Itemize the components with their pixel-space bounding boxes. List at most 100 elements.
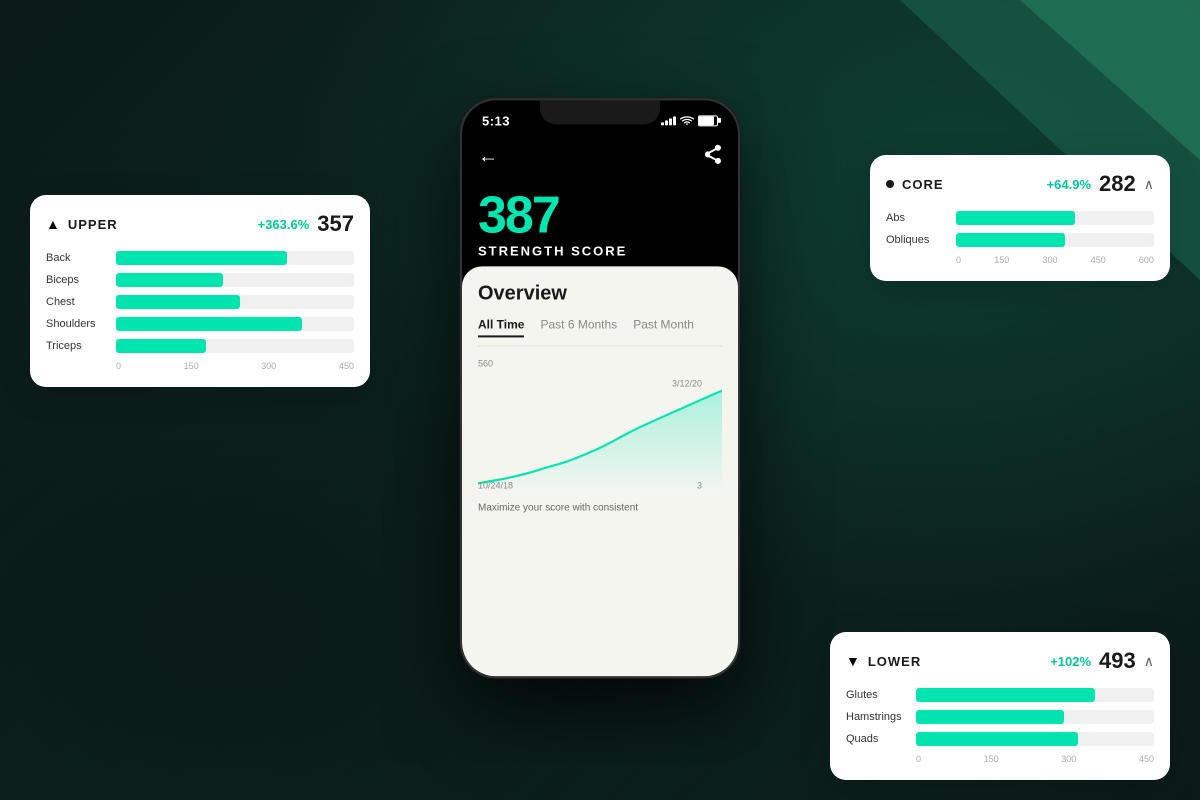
lower-bar-glutes-track [916,688,1154,702]
status-time: 5:13 [482,113,510,128]
upper-bar-shoulders-track [116,317,354,331]
lower-card-title: LOWER [868,654,921,669]
upper-axis-labels: 0 150 300 450 [46,361,354,371]
upper-bar-biceps-fill [116,273,223,287]
upper-body-card: ▲ UPPER +363.6% 357 Back Biceps Chest Sh… [30,195,370,387]
core-card-score: 282 [1099,171,1136,197]
upper-bar-back-fill [116,251,287,265]
phone-nav-header: ← [462,136,738,177]
teal-triangle-small-decoration [1020,0,1200,160]
lower-bar-glutes-label: Glutes [846,689,906,701]
core-card-change: +64.9% [1047,177,1091,192]
signal-icon [661,115,676,125]
tab-past-6-months[interactable]: Past 6 Months [540,317,617,337]
upper-axis-450: 450 [339,361,354,371]
core-card-header: CORE +64.9% 282 ∧ [886,171,1154,197]
core-bar-obliques-label: Obliques [886,234,946,246]
chart-area: 560 3/12/20 10/24/18 3 [478,358,722,498]
lower-card-stats: +102% 493 ∧ [1050,648,1154,674]
core-bar-abs-label: Abs [886,212,946,224]
core-axis-300: 300 [1042,255,1057,265]
lower-bar-glutes: Glutes [846,688,1154,702]
strength-chart [478,374,722,494]
upper-bar-shoulders-label: Shoulders [46,318,106,330]
lower-axis-450: 450 [1139,754,1154,764]
lower-bar-hamstrings: Hamstrings [846,710,1154,724]
battery-fill [699,116,714,125]
upper-card-change: +363.6% [258,217,310,232]
tab-all-time[interactable]: All Time [478,317,524,337]
time-tabs: All Time Past 6 Months Past Month [478,317,722,346]
upper-card-title: UPPER [68,217,118,232]
lower-card-header: ▼ LOWER +102% 493 ∧ [846,648,1154,674]
core-card-stats: +64.9% 282 ∧ [1047,171,1154,197]
core-card-title: CORE [902,177,944,192]
upper-bar-biceps-track [116,273,354,287]
upper-bar-shoulders-fill [116,317,302,331]
lower-bar-hamstrings-label: Hamstrings [846,711,906,723]
upper-bar-chest: Chest [46,295,354,309]
lower-chevron-icon[interactable]: ∧ [1144,653,1154,670]
lower-axis-150: 150 [984,754,999,764]
core-chevron-icon[interactable]: ∧ [1144,176,1154,193]
upper-card-stats: +363.6% 357 [258,211,354,237]
strength-score-label: STRENGTH SCORE [478,243,722,258]
upper-icon: ▲ [46,216,60,232]
lower-body-card: ▼ LOWER +102% 493 ∧ Glutes Hamstrings Qu… [830,632,1170,780]
upper-axis-0: 0 [116,361,121,371]
lower-bar-quads-fill [916,732,1078,746]
upper-bar-back: Back [46,251,354,265]
lower-bar-glutes-fill [916,688,1095,702]
status-icons [661,115,718,126]
upper-bar-triceps-track [116,339,354,353]
core-axis-450: 450 [1091,255,1106,265]
core-bar-obliques-fill [956,233,1065,247]
lower-card-title-group: ▼ LOWER [846,653,921,669]
lower-bar-hamstrings-fill [916,710,1064,724]
lower-bar-hamstrings-track [916,710,1154,724]
lower-bar-quads-track [916,732,1154,746]
strength-score-value: 387 [478,189,722,241]
lower-card-score: 493 [1099,648,1136,674]
core-axis-labels: 0 150 300 450 600 [886,255,1154,265]
overview-bottom-text: Maximize your score with consistent [478,498,722,513]
back-button[interactable]: ← [478,145,498,168]
lower-icon: ▼ [846,653,860,669]
lower-bar-quads: Quads [846,732,1154,746]
core-axis-0: 0 [956,255,961,265]
lower-axis-300: 300 [1061,754,1076,764]
overview-section: Overview All Time Past 6 Months Past Mon… [462,266,738,676]
phone-shell: 5:13 [460,98,740,678]
lower-bar-quads-label: Quads [846,733,906,745]
chart-date-end: 3 [697,480,702,490]
signal-bar-1 [661,122,664,125]
core-bar-abs-fill [956,211,1075,225]
upper-bar-triceps: Triceps [46,339,354,353]
tab-past-month[interactable]: Past Month [633,317,694,337]
share-button[interactable] [704,144,722,169]
core-axis-150: 150 [994,255,1009,265]
upper-bar-triceps-fill [116,339,206,353]
upper-card-title-group: ▲ UPPER [46,216,118,232]
upper-card-score: 357 [317,211,354,237]
core-bar-obliques: Obliques [886,233,1154,247]
core-card-title-group: CORE [886,177,944,192]
core-bar-obliques-track [956,233,1154,247]
lower-axis-labels: 0 150 300 450 [846,754,1154,764]
upper-bar-triceps-label: Triceps [46,340,106,352]
core-axis-600: 600 [1139,255,1154,265]
lower-axis-0: 0 [916,754,921,764]
upper-axis-150: 150 [184,361,199,371]
battery-icon [698,115,718,126]
upper-bar-biceps: Biceps [46,273,354,287]
signal-bar-4 [673,116,676,125]
upper-axis-300: 300 [261,361,276,371]
upper-bar-chest-fill [116,295,240,309]
chart-date-start: 10/24/18 [478,480,513,490]
chart-date-mid: 3/12/20 [672,378,702,388]
core-bar-abs-track [956,211,1154,225]
lower-card-change: +102% [1050,654,1091,669]
upper-bar-back-label: Back [46,252,106,264]
score-section: 387 STRENGTH SCORE [462,177,738,266]
core-dot-icon [886,180,894,188]
